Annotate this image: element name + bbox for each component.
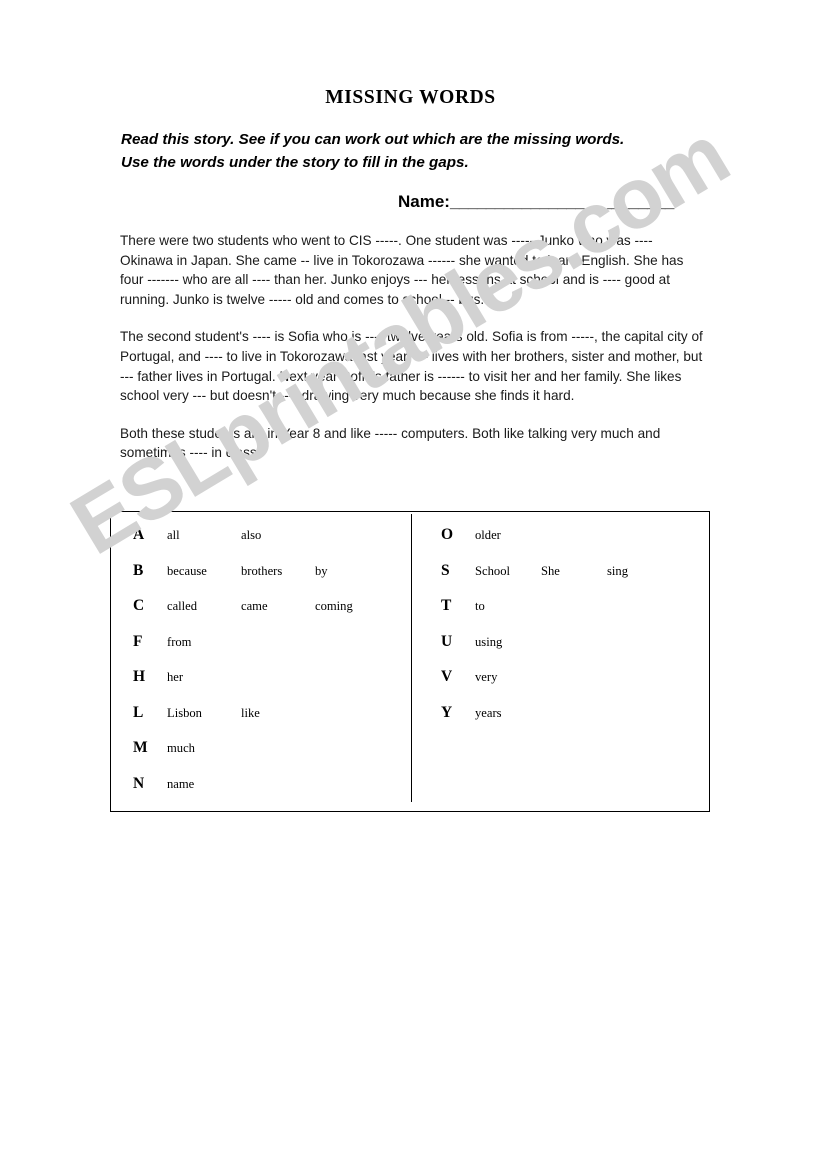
word-bank-word[interactable]: older bbox=[475, 528, 541, 543]
word-bank-word[interactable]: to bbox=[475, 599, 541, 614]
word-bank-words: Lisbon like bbox=[167, 706, 315, 721]
word-bank-word[interactable]: also bbox=[241, 528, 315, 543]
word-bank-words: her bbox=[167, 670, 241, 685]
instruction-line-2: Use the words under the story to fill in… bbox=[121, 154, 469, 171]
story-paragraph-1: There were two students who went to CIS … bbox=[120, 233, 684, 307]
word-bank-row: Ffrom bbox=[133, 633, 411, 669]
word-bank-row: Mmuch bbox=[133, 739, 411, 775]
word-bank-row: S School She sing bbox=[441, 562, 710, 598]
word-bank-word[interactable]: because bbox=[167, 564, 241, 579]
word-bank-letter: V bbox=[441, 668, 453, 685]
word-bank-letter: B bbox=[133, 561, 144, 579]
word-bank-words: name bbox=[167, 777, 241, 792]
word-bank-word[interactable]: using bbox=[475, 635, 541, 650]
word-bank-words: called came coming bbox=[167, 599, 389, 614]
word-bank-table: Aall also Bbecause brothers by Ccalled came com… bbox=[110, 511, 710, 812]
name-input-line[interactable]: _________________________ bbox=[450, 192, 674, 211]
word-bank-word[interactable]: Lisbon bbox=[167, 706, 241, 721]
word-bank-word[interactable]: name bbox=[167, 777, 241, 792]
word-bank-word[interactable]: her bbox=[167, 670, 241, 685]
word-bank-row: Hher bbox=[133, 668, 411, 704]
word-bank-words: older bbox=[475, 528, 541, 543]
word-bank-word[interactable]: by bbox=[315, 564, 389, 579]
page-title: MISSING WORDS bbox=[325, 87, 496, 108]
word-bank-row: Oolder bbox=[441, 526, 710, 562]
word-bank-row: Yyears bbox=[441, 704, 710, 740]
word-bank-word[interactable]: School bbox=[475, 564, 541, 579]
instructions-block: Read this story. See if you can work out… bbox=[121, 128, 721, 174]
word-bank-row: L Lisbon like bbox=[133, 704, 411, 740]
worksheet-page: MISSING WORDS Read this story. See if yo… bbox=[0, 0, 821, 1169]
word-bank-letter: F bbox=[133, 632, 143, 650]
word-bank-row: Bbecause brothers by bbox=[133, 562, 411, 598]
word-bank-letter: L bbox=[133, 703, 144, 721]
name-label: Name: bbox=[398, 192, 450, 211]
word-bank-words: to bbox=[475, 599, 541, 614]
word-bank-word[interactable]: coming bbox=[315, 599, 389, 614]
word-bank-word[interactable]: very bbox=[475, 670, 541, 685]
word-bank-letter: U bbox=[441, 632, 453, 650]
word-bank-letter: S bbox=[441, 561, 450, 579]
word-bank-word[interactable]: like bbox=[241, 706, 315, 721]
word-bank-letter: N bbox=[133, 774, 145, 792]
story-paragraph-2: The second student's ---- is Sofia who i… bbox=[120, 329, 703, 404]
word-bank-letter: A bbox=[133, 526, 145, 543]
word-bank-word[interactable]: called bbox=[167, 599, 241, 614]
word-bank-word[interactable]: from bbox=[167, 635, 241, 650]
word-bank-words: because brothers by bbox=[167, 564, 389, 579]
word-bank-letter: C bbox=[133, 597, 145, 614]
word-bank-left-column: Aall also Bbecause brothers by Ccalled came com… bbox=[111, 512, 411, 810]
word-bank-words: School She sing bbox=[475, 564, 673, 579]
word-bank-letter: O bbox=[441, 526, 454, 543]
instruction-line-1: Read this story. See if you can work out… bbox=[121, 131, 625, 148]
story-paragraph-3: Both these students are in Year 8 and li… bbox=[120, 425, 661, 461]
word-bank-words: much bbox=[167, 741, 241, 756]
word-bank-right-column: Oolder S School She sing Tto Uusing Vvery Yyears bbox=[412, 512, 710, 739]
word-bank-word[interactable]: years bbox=[475, 706, 541, 721]
word-bank-words: very bbox=[475, 670, 541, 685]
word-bank-word[interactable]: sing bbox=[607, 564, 673, 579]
word-bank-word[interactable]: much bbox=[167, 741, 241, 756]
name-field-row: Name:_________________________ bbox=[398, 192, 674, 212]
word-bank-letter: T bbox=[441, 597, 452, 614]
word-bank-row: Tto bbox=[441, 597, 710, 633]
word-bank-words: from bbox=[167, 635, 241, 650]
word-bank-word[interactable]: She bbox=[541, 564, 607, 579]
word-bank-row: Vvery bbox=[441, 668, 710, 704]
word-bank-row: Uusing bbox=[441, 633, 710, 669]
word-bank-row: Ccalled came coming bbox=[133, 597, 411, 633]
word-bank-letter: H bbox=[133, 668, 146, 685]
word-bank-words: years bbox=[475, 706, 541, 721]
word-bank-word[interactable]: came bbox=[241, 599, 315, 614]
word-bank-letter: M bbox=[133, 739, 148, 756]
word-bank-words: using bbox=[475, 635, 541, 650]
word-bank-word[interactable]: all bbox=[167, 528, 241, 543]
story-text: There were two students who went to CIS … bbox=[120, 231, 705, 463]
word-bank-letter: Y bbox=[441, 703, 453, 721]
word-bank-row: Aall also bbox=[133, 526, 411, 562]
word-bank-row: Nname bbox=[133, 775, 411, 811]
word-bank-words: all also bbox=[167, 528, 315, 543]
word-bank-word[interactable]: brothers bbox=[241, 564, 315, 579]
